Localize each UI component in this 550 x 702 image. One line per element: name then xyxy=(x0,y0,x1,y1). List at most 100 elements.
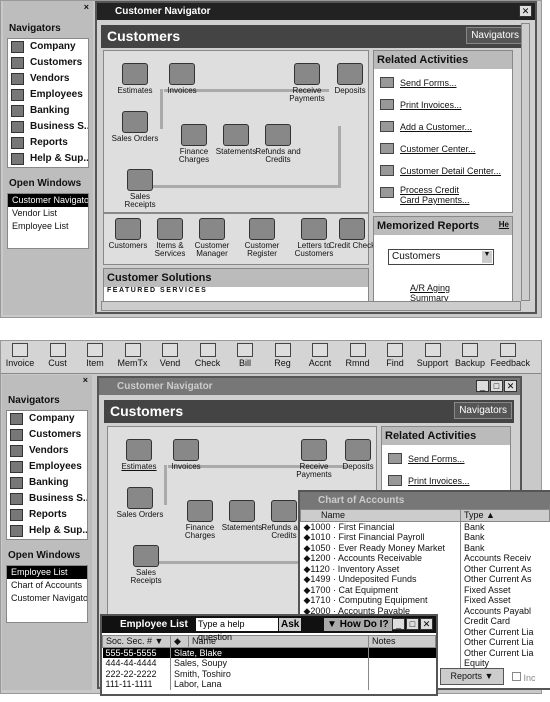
credit-check-tool[interactable]: Credit Check xyxy=(328,218,376,250)
nav-company[interactable]: Company xyxy=(7,411,87,427)
receive-payments-icon[interactable]: Receive Payments xyxy=(283,63,331,103)
finance-charges-icon[interactable]: Finance Charges xyxy=(176,500,224,540)
open-window-item[interactable]: Employee List xyxy=(7,566,87,579)
table-row[interactable]: ◆1000 · First Financial Bank xyxy=(300,521,550,532)
customers-tool[interactable]: Customers xyxy=(104,218,152,250)
reports-button[interactable]: Reports ▼ xyxy=(440,668,504,685)
customer-manager-tool[interactable]: Customer Manager xyxy=(188,218,236,258)
horizontal-scrollbar[interactable] xyxy=(101,301,521,311)
close-button[interactable]: ✕ xyxy=(504,380,517,392)
nav-business-services[interactable]: Business S... xyxy=(8,119,88,135)
navigators-button[interactable]: Navigators xyxy=(466,27,524,44)
invoices-icon[interactable]: Invoices xyxy=(162,439,210,471)
toolbar-bill-button[interactable]: Bill xyxy=(228,343,262,368)
nav-reports[interactable]: Reports xyxy=(7,507,87,523)
sidebar-close-button[interactable]: × xyxy=(83,375,88,385)
minimize-button[interactable]: _ xyxy=(392,618,405,630)
include-inactive-checkbox[interactable]: Inc xyxy=(512,672,536,683)
process-credit-card-link[interactable]: Process Credit Card Payments... xyxy=(400,185,480,205)
nav-banking[interactable]: Banking xyxy=(8,103,88,119)
col-ssn[interactable]: Soc. Sec. # ▼ xyxy=(102,635,171,648)
nav-reports[interactable]: Reports xyxy=(8,135,88,151)
finance-charges-icon[interactable]: Finance Charges xyxy=(170,124,218,164)
nav-business-services[interactable]: Business S... xyxy=(7,491,87,507)
ar-aging-link[interactable]: A/R Aging Summary xyxy=(410,283,460,303)
nav-help[interactable]: Help & Sup... xyxy=(7,523,87,539)
toolbar-support-button[interactable]: Support xyxy=(416,343,450,368)
table-row[interactable]: ◆1700 · Cat Equipment Fixed Asset xyxy=(300,584,550,595)
table-row[interactable]: ◆1010 · First Financial Payroll Bank xyxy=(300,532,550,543)
statements-icon[interactable]: Statements xyxy=(218,500,266,532)
open-window-item[interactable]: Vendor List xyxy=(8,207,88,220)
close-button[interactable]: ✕ xyxy=(519,5,532,17)
help-question-input[interactable]: Type a help question xyxy=(196,618,278,642)
nav-banking[interactable]: Banking xyxy=(7,475,87,491)
toolbar-backup-button[interactable]: Backup xyxy=(453,343,487,368)
estimates-icon[interactable]: Estimates xyxy=(111,63,159,95)
send-forms-link[interactable]: Send Forms... xyxy=(400,78,457,88)
print-invoices-link[interactable]: Print Invoices... xyxy=(408,476,470,486)
table-row[interactable]: ◆1499 · Undeposited Funds Other Current A… xyxy=(300,574,550,585)
sort-icon[interactable]: ◆ xyxy=(170,635,189,648)
table-row[interactable]: ◆1120 · Inventory Asset Other Current As xyxy=(300,563,550,574)
open-window-item[interactable]: Customer Navigator xyxy=(7,592,87,605)
vertical-scrollbar[interactable] xyxy=(521,23,530,301)
send-forms-link[interactable]: Send Forms... xyxy=(408,454,465,464)
open-window-item[interactable]: Customer Navigator xyxy=(8,194,88,207)
open-window-item[interactable]: Employee List xyxy=(8,220,88,233)
ask-button[interactable]: Ask xyxy=(279,618,302,631)
table-row[interactable]: ◆1050 · Ever Ready Money Market Bank xyxy=(300,542,550,553)
sidebar-close-button[interactable]: × xyxy=(84,2,89,12)
table-row[interactable]: 555-55-5555 Slate, Blake xyxy=(102,647,436,658)
report-select[interactable]: Customers ▼ xyxy=(388,249,494,265)
deposits-icon[interactable]: Deposits xyxy=(334,439,382,471)
minimize-button[interactable]: _ xyxy=(476,380,489,392)
sales-receipts-icon[interactable]: Sales Receipts xyxy=(122,545,170,585)
receive-payments-icon[interactable]: Receive Payments xyxy=(290,439,338,479)
estimates-icon[interactable]: Estimates xyxy=(115,439,163,471)
maximize-button[interactable]: □ xyxy=(490,380,503,392)
toolbar-find-button[interactable]: Find xyxy=(378,343,412,368)
sales-receipts-icon[interactable]: Sales Receipts xyxy=(116,169,164,209)
toolbar-reg-button[interactable]: Reg xyxy=(266,343,300,368)
close-button[interactable]: ✕ xyxy=(420,618,433,630)
col-notes[interactable]: Notes xyxy=(368,635,436,648)
table-row[interactable]: 111-11-1111 Labor, Lana xyxy=(102,679,436,690)
print-invoices-link[interactable]: Print Invoices... xyxy=(400,100,462,110)
customer-register-tool[interactable]: Customer Register xyxy=(238,218,286,258)
col-name[interactable]: Name xyxy=(300,509,461,522)
maximize-button[interactable]: □ xyxy=(406,618,419,630)
toolbar-invoice-button[interactable]: Invoice xyxy=(3,343,37,368)
nav-customers[interactable]: Customers xyxy=(7,427,87,443)
navigators-button[interactable]: Navigators xyxy=(454,402,512,419)
statements-icon[interactable]: Statements xyxy=(212,124,260,156)
toolbar-vend-button[interactable]: Vend xyxy=(153,343,187,368)
deposits-icon[interactable]: Deposits xyxy=(326,63,374,95)
invoices-icon[interactable]: Invoices xyxy=(158,63,206,95)
col-type[interactable]: Type ▲ xyxy=(460,509,550,522)
nav-vendors[interactable]: Vendors xyxy=(8,71,88,87)
nav-company[interactable]: Company xyxy=(8,39,88,55)
customer-center-link[interactable]: Customer Center... xyxy=(400,144,476,154)
toolbar-memtx-button[interactable]: MemTx xyxy=(116,343,150,368)
table-row[interactable]: 444-44-4444 Sales, Soupy xyxy=(102,658,436,669)
open-window-item[interactable]: Chart of Accounts xyxy=(7,579,87,592)
toolbar-check-button[interactable]: Check xyxy=(191,343,225,368)
how-do-i-button[interactable]: ▼ How Do I? xyxy=(324,618,392,631)
items-services-tool[interactable]: Items & Services xyxy=(146,218,194,258)
refunds-credits-icon[interactable]: Refunds and Credits xyxy=(254,124,302,164)
add-customer-link[interactable]: Add a Customer... xyxy=(400,122,472,132)
table-row[interactable]: ◆1710 · Computing Equipment Fixed Asset xyxy=(300,595,550,606)
toolbar-item-button[interactable]: Item xyxy=(78,343,112,368)
toolbar-feedback-button[interactable]: Feedback xyxy=(491,343,530,368)
nav-help[interactable]: Help & Sup... xyxy=(8,151,88,167)
toolbar-cust-button[interactable]: Cust xyxy=(41,343,75,368)
nav-employees[interactable]: Employees xyxy=(8,87,88,103)
nav-employees[interactable]: Employees xyxy=(7,459,87,475)
table-row[interactable]: ◆1200 · Accounts Receivable Accounts Rece… xyxy=(300,553,550,564)
nav-vendors[interactable]: Vendors xyxy=(7,443,87,459)
nav-customers[interactable]: Customers xyxy=(8,55,88,71)
sales-orders-icon[interactable]: Sales Orders xyxy=(111,111,159,143)
sales-orders-icon[interactable]: Sales Orders xyxy=(116,487,164,519)
customer-detail-link[interactable]: Customer Detail Center... xyxy=(400,166,501,176)
